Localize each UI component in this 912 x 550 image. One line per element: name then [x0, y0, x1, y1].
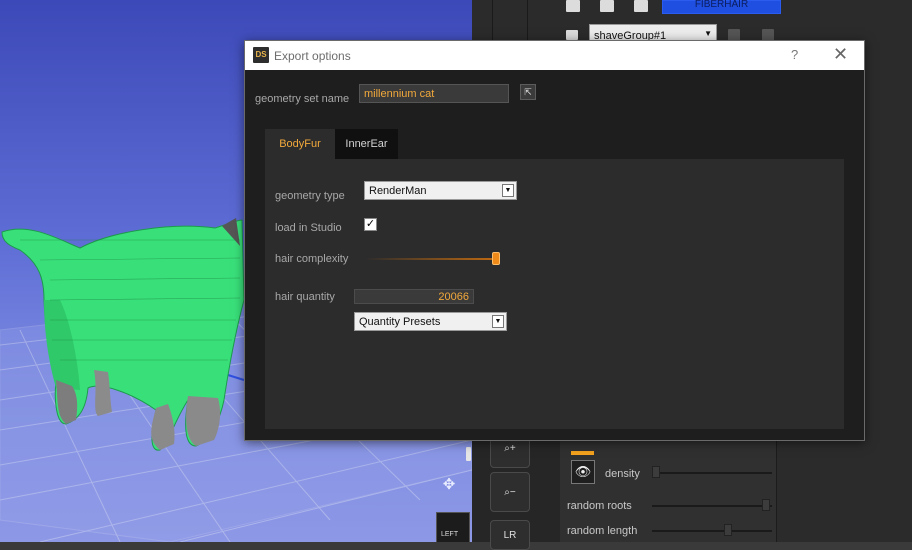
- random-length-slider[interactable]: [652, 530, 772, 532]
- selection-indicator: [571, 451, 594, 455]
- hair-complexity-slider[interactable]: [365, 258, 497, 260]
- random-roots-label: random roots: [567, 500, 632, 512]
- fiberhair-button[interactable]: FIBERHAIR: [662, 0, 781, 14]
- density-slider-handle[interactable]: [652, 466, 660, 478]
- import-icon[interactable]: [566, 0, 580, 12]
- clipboard-icon[interactable]: [634, 0, 648, 12]
- browse-icon[interactable]: ⇱: [520, 84, 536, 100]
- random-length-label: random length: [567, 525, 638, 537]
- help-icon[interactable]: ?: [791, 47, 798, 62]
- hair-complexity-slider-handle[interactable]: [492, 252, 500, 265]
- close-icon[interactable]: ✕: [833, 44, 848, 65]
- dropdown-arrow-icon: ▼: [492, 315, 504, 328]
- quantity-presets-select[interactable]: Quantity Presets ▼: [354, 312, 507, 331]
- view-cube[interactable]: LEFT: [436, 512, 470, 542]
- app-logo-icon: DS: [253, 47, 269, 63]
- geometry-set-name-input[interactable]: millennium cat: [359, 84, 509, 103]
- view-cube-label: LEFT: [441, 531, 459, 538]
- quantity-presets-value: Quantity Presets: [359, 316, 441, 328]
- random-roots-slider-handle[interactable]: [762, 499, 770, 511]
- load-in-studio-checkbox[interactable]: ✓: [364, 218, 377, 231]
- dropdown-arrow-icon: ▼: [502, 184, 514, 197]
- dialog-title: Export options: [274, 49, 351, 63]
- export-options-dialog: DS Export options ? ✕ geometry set name …: [244, 40, 865, 441]
- hair-quantity-label: hair quantity: [275, 291, 335, 303]
- hair-complexity-label: hair complexity: [275, 253, 349, 265]
- lr-button[interactable]: LR: [490, 520, 530, 550]
- panel-divider: [776, 440, 777, 542]
- zoom-out-icon[interactable]: ⌕−: [490, 472, 530, 512]
- save-icon[interactable]: [600, 0, 614, 12]
- geometry-set-name-label: geometry set name: [255, 93, 350, 105]
- geometry-type-label: geometry type: [275, 190, 345, 202]
- dropdown-arrow-icon: ▼: [704, 29, 712, 38]
- checkmark-icon: ✓: [365, 218, 376, 230]
- random-length-slider-handle[interactable]: [724, 524, 732, 536]
- random-roots-slider[interactable]: [652, 505, 772, 507]
- density-slider[interactable]: [652, 472, 772, 474]
- load-in-studio-label: load in Studio: [275, 222, 342, 234]
- tab-bodyfur[interactable]: BodyFur: [265, 129, 335, 159]
- density-label: density: [605, 468, 640, 480]
- eye-icon[interactable]: 👁: [571, 460, 595, 484]
- dialog-titlebar[interactable]: DS Export options ? ✕: [245, 41, 864, 70]
- viewport-edge-marker: [466, 447, 471, 461]
- pan-icon[interactable]: ✥: [440, 476, 458, 494]
- tab-innerear[interactable]: InnerEar: [335, 129, 398, 159]
- geometry-type-value: RenderMan: [369, 185, 427, 197]
- lr-button-label: LR: [503, 529, 517, 541]
- hair-quantity-input[interactable]: 20066: [354, 289, 474, 304]
- remove-icon[interactable]: [566, 30, 578, 40]
- geometry-type-select[interactable]: RenderMan ▼: [364, 181, 517, 200]
- tab-content-panel: [265, 159, 844, 429]
